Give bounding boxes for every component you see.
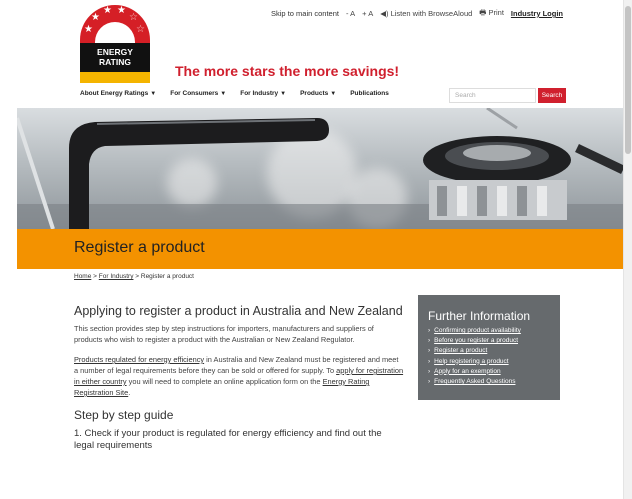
nav-for-consumers[interactable]: For Consumers ▼: [170, 90, 226, 97]
guide-heading: Step by step guide: [74, 408, 174, 422]
chevron-right-icon: ›: [428, 347, 431, 355]
chevron-down-icon: ▼: [280, 90, 287, 97]
intro-paragraph: This section provides step by step instr…: [74, 324, 374, 344]
scrollbar-thumb[interactable]: [625, 6, 631, 154]
text-smaller-button[interactable]: - A: [346, 9, 355, 18]
list-item: › Frequently Asked Questions: [428, 377, 550, 387]
page-scrollbar[interactable]: [623, 0, 632, 499]
further-information-panel: Further Information › Confirming product …: [418, 295, 560, 400]
further-link-faq[interactable]: Frequently Asked Questions: [434, 378, 515, 385]
utility-bar: Skip to main content - A + A ◀) Listen w…: [271, 7, 563, 20]
hero-image: [17, 108, 623, 229]
industry-login-link[interactable]: Industry Login: [511, 9, 563, 18]
star-outline-icon: ☆: [136, 24, 145, 35]
breadcrumb-home[interactable]: Home: [74, 273, 91, 280]
chevron-right-icon: ›: [428, 357, 431, 365]
tagline: The more stars the more savings!: [175, 63, 400, 79]
chevron-right-icon: ›: [428, 337, 431, 345]
logo-yellow-bar: [80, 72, 150, 83]
star-icon: ★: [91, 12, 100, 23]
list-item: › Confirming product availability: [428, 326, 550, 336]
regulated-products-link[interactable]: Products regulated for energy efficiency: [74, 355, 204, 364]
page-title: Register a product: [74, 239, 205, 256]
star-icon: ★: [84, 24, 93, 35]
further-information-list: › Confirming product availability › Before…: [428, 326, 550, 387]
print-button[interactable]: 🖶 Print: [479, 7, 504, 20]
list-item: › Apply for an exemption: [428, 367, 550, 377]
listen-button[interactable]: ◀) Listen with BrowseAloud: [380, 9, 472, 18]
logo-text: ENERGY RATING: [80, 43, 150, 72]
stove-illustration: [17, 108, 623, 229]
breadcrumb: Home > For Industry > Register a product: [74, 273, 194, 280]
nav-for-industry[interactable]: For Industry ▼: [240, 90, 286, 97]
search-input[interactable]: Search: [449, 88, 536, 103]
nav-about-energy-ratings[interactable]: About Energy Ratings ▼: [80, 90, 156, 97]
print-icon: 🖶: [479, 8, 487, 17]
chevron-down-icon: ▼: [150, 90, 157, 97]
chevron-down-icon: ▼: [330, 90, 337, 97]
page-title-band: Register a product: [17, 229, 623, 269]
chevron-down-icon: ▼: [220, 90, 227, 97]
star-icon: ★: [117, 5, 126, 16]
breadcrumb-separator: >: [93, 273, 97, 280]
chevron-right-icon: ›: [428, 378, 431, 386]
search-button[interactable]: Search: [538, 88, 566, 103]
main-content: Applying to register a product in Austra…: [74, 304, 404, 452]
step-1-heading: 1. Check if your product is regulated fo…: [74, 428, 382, 451]
energy-rating-logo[interactable]: ★ ★ ★ ★ ☆ ☆ ENERGY RATING: [80, 5, 150, 83]
list-item: › Register a product: [428, 346, 550, 356]
nav-publications[interactable]: Publications: [350, 90, 389, 97]
further-link-help-registering[interactable]: Help registering a product: [434, 358, 508, 365]
list-item: › Before you register a product: [428, 336, 550, 346]
chevron-right-icon: ›: [428, 367, 431, 375]
further-information-title: Further Information: [428, 309, 531, 323]
listen-label: Listen with BrowseAloud: [390, 9, 473, 18]
star-icon: ★: [103, 5, 112, 16]
further-link-register-product[interactable]: Register a product: [434, 347, 487, 354]
further-link-apply-exemption[interactable]: Apply for an exemption: [434, 368, 500, 375]
breadcrumb-separator: >: [135, 273, 140, 280]
skip-link[interactable]: Skip to main content: [271, 9, 339, 18]
list-item: › Help registering a product: [428, 357, 550, 367]
breadcrumb-current: Register a product: [140, 273, 194, 280]
further-link-before-register[interactable]: Before you register a product: [434, 337, 518, 344]
content-heading: Applying to register a product in Austra…: [74, 304, 403, 318]
requirements-paragraph: Products regulated for energy efficiency…: [74, 355, 404, 397]
logo-star-arc: ★ ★ ★ ★ ☆ ☆: [80, 5, 150, 43]
star-outline-icon: ☆: [129, 12, 138, 23]
speaker-icon: ◀): [380, 9, 389, 18]
nav-products[interactable]: Products ▼: [300, 90, 336, 97]
text-larger-button[interactable]: + A: [362, 9, 373, 18]
chevron-right-icon: ›: [428, 327, 431, 334]
further-link-confirming-availability[interactable]: Confirming product availability: [434, 327, 521, 334]
breadcrumb-for-industry[interactable]: For Industry: [99, 273, 134, 280]
main-nav: About Energy Ratings ▼ For Consumers ▼ For…: [80, 90, 389, 97]
page: Skip to main content - A + A ◀) Listen w…: [17, 0, 623, 499]
print-label: Print: [488, 8, 504, 17]
